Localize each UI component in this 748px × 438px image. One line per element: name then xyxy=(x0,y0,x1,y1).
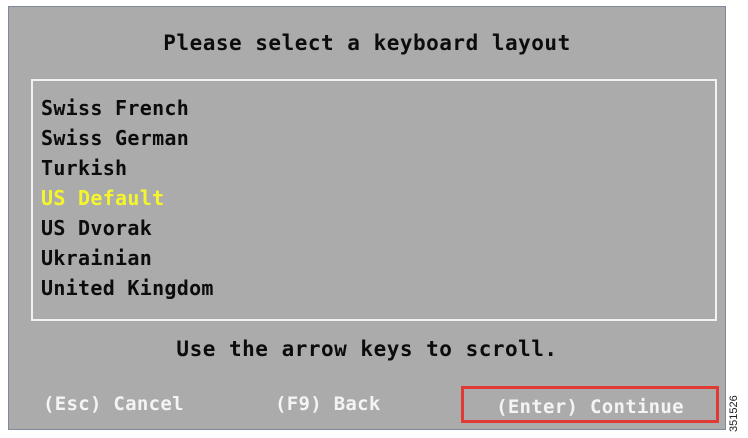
list-item[interactable]: Swiss French xyxy=(41,93,214,123)
cancel-button[interactable]: (Esc) Cancel xyxy=(43,393,184,415)
continue-button[interactable]: (Enter) Continue xyxy=(461,386,719,423)
action-bar: (Esc) Cancel (F9) Back (Enter) Continue xyxy=(9,386,725,427)
list-item[interactable]: United Kingdom xyxy=(41,273,214,303)
list-item[interactable]: Turkish xyxy=(41,153,214,183)
list-item-selected[interactable]: US Default xyxy=(41,183,214,213)
keyboard-layout-dialog: Please select a keyboard layout Swiss Fr… xyxy=(8,6,726,430)
scroll-hint: Use the arrow keys to scroll. xyxy=(176,337,558,361)
layout-options: Swiss French Swiss German Turkish US Def… xyxy=(41,93,214,303)
figure-id: 351526 xyxy=(728,395,740,432)
dialog-title: Please select a keyboard layout xyxy=(163,31,571,55)
list-item[interactable]: Ukrainian xyxy=(41,243,214,273)
keyboard-layout-list[interactable]: Swiss French Swiss German Turkish US Def… xyxy=(31,79,717,321)
back-button[interactable]: (F9) Back xyxy=(275,393,381,415)
list-item[interactable]: Swiss German xyxy=(41,123,214,153)
list-item[interactable]: US Dvorak xyxy=(41,213,214,243)
